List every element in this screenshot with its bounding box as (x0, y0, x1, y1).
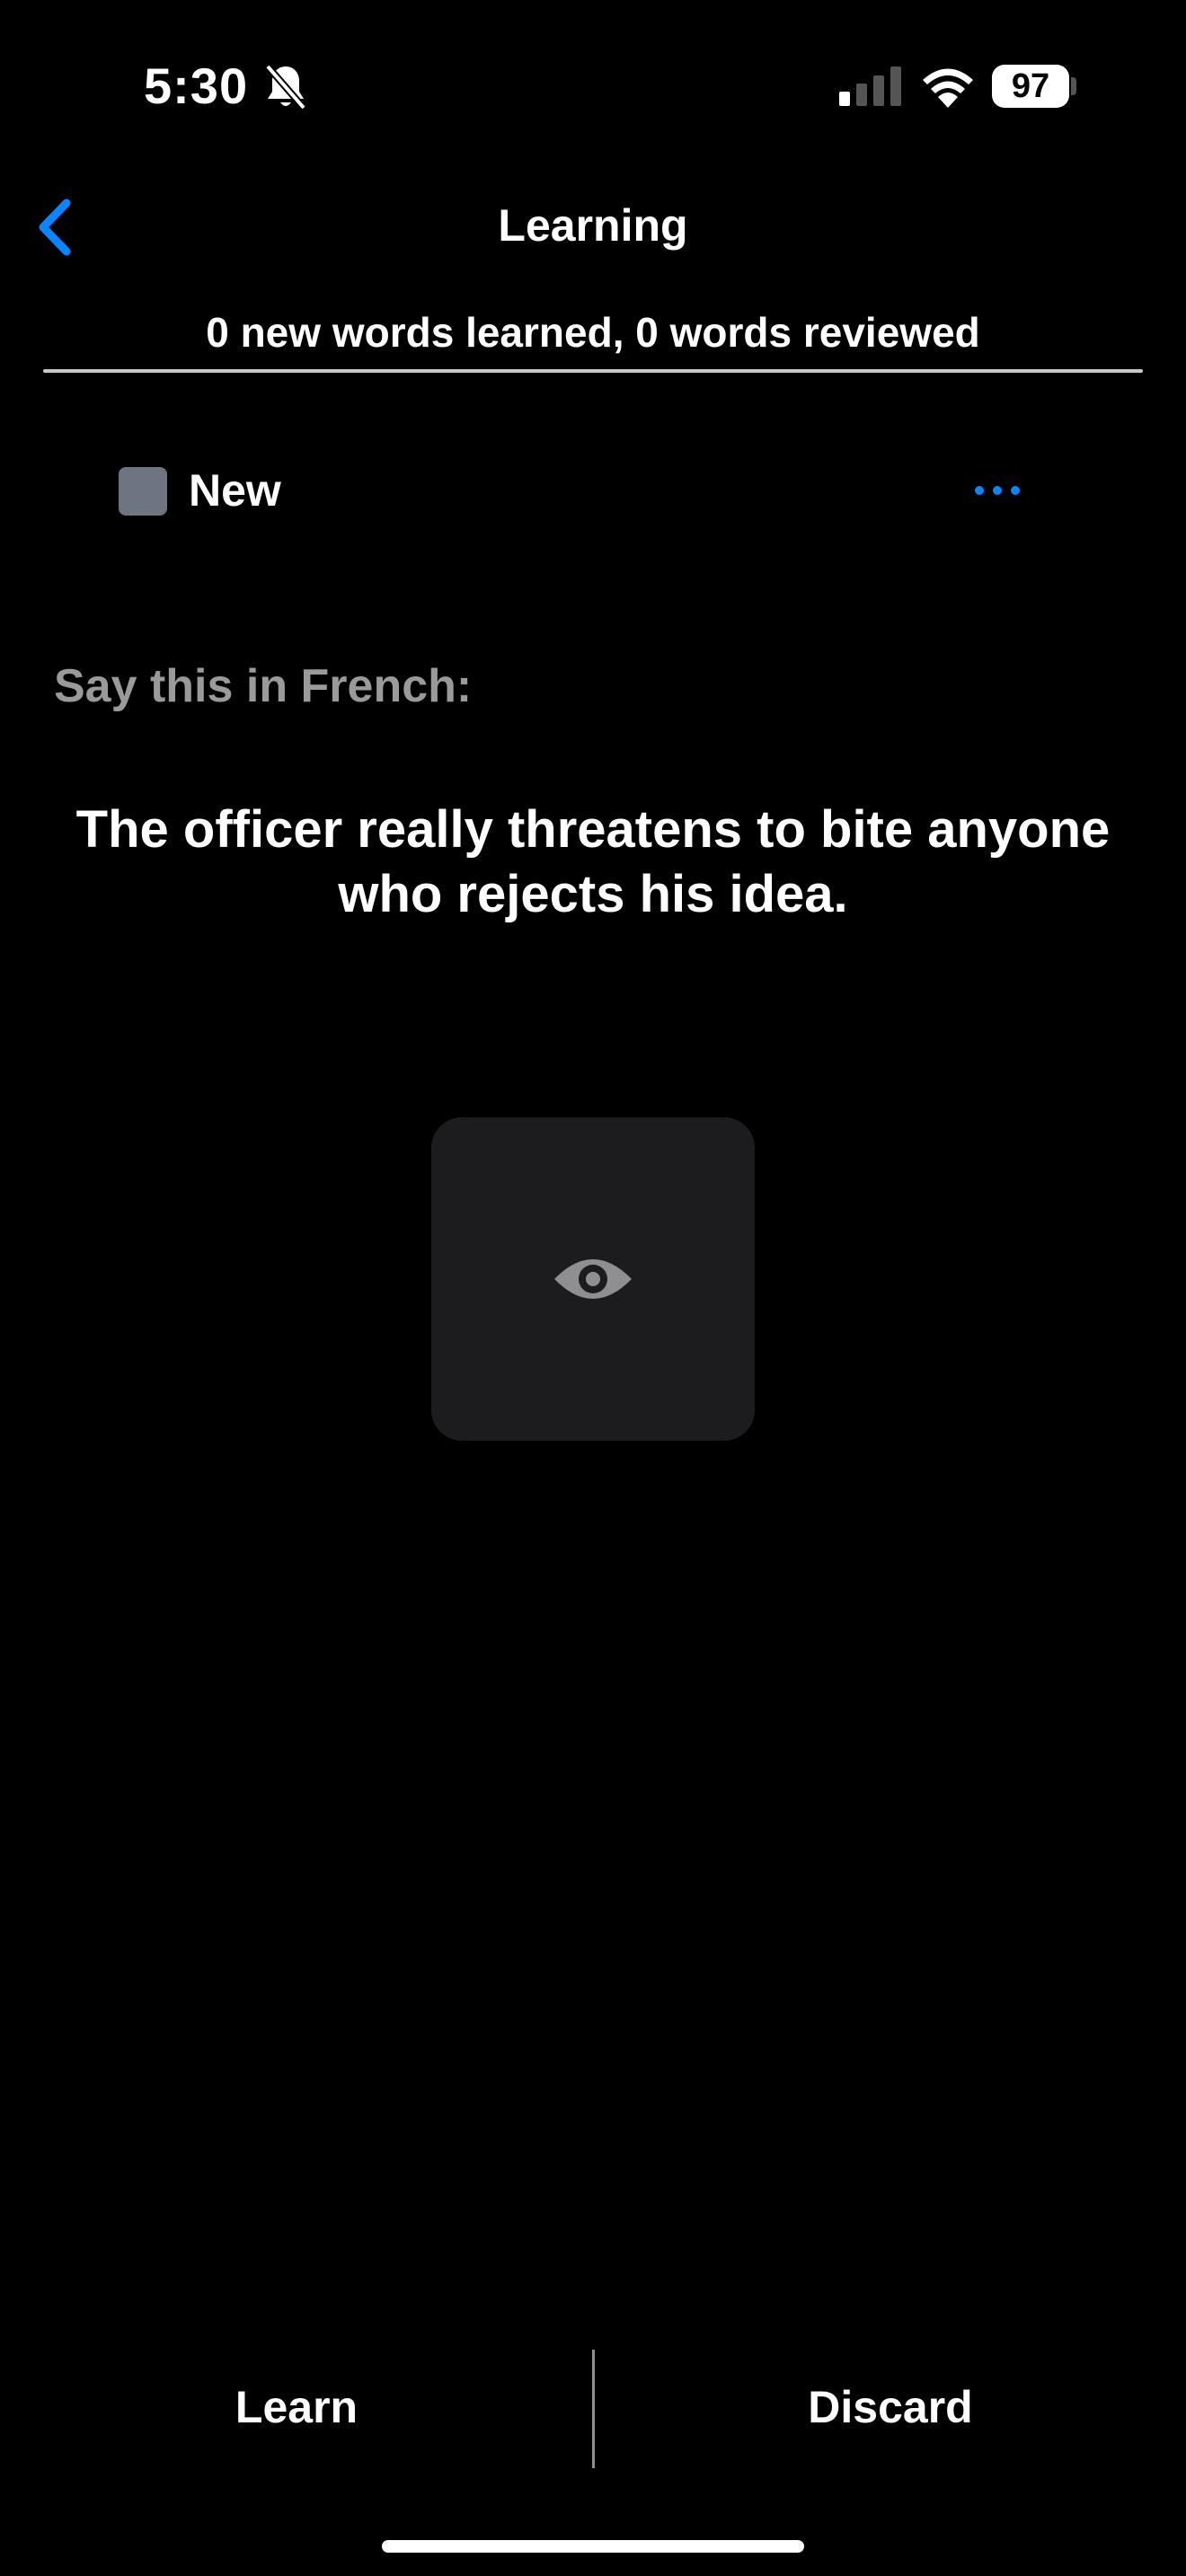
cellular-signal-icon (839, 66, 901, 106)
battery-level: 97 (1011, 66, 1050, 105)
eye-icon (554, 1259, 632, 1299)
battery-cap (1071, 77, 1076, 95)
page-title: Learning (498, 200, 688, 251)
learn-button[interactable]: Learn (0, 2335, 593, 2479)
new-status-label: New (189, 465, 281, 516)
discard-button[interactable]: Discard (595, 2335, 1186, 2479)
prompt-sentence: The officer really threatens to bite any… (75, 800, 1111, 923)
prompt-instruction: Say this in French: (54, 660, 473, 712)
new-status-badge (119, 467, 167, 516)
status-time: 5:30 (144, 57, 249, 114)
progress-bar (43, 369, 1143, 373)
home-indicator[interactable] (382, 2540, 804, 2553)
bell-slash-icon (264, 64, 307, 110)
wifi-icon (923, 68, 973, 108)
ellipsis-icon[interactable] (974, 481, 1021, 499)
battery-icon: 97 (992, 65, 1069, 108)
session-progress-text: 0 new words learned, 0 words reviewed (206, 309, 980, 356)
reveal-answer-button[interactable] (431, 1117, 755, 1441)
